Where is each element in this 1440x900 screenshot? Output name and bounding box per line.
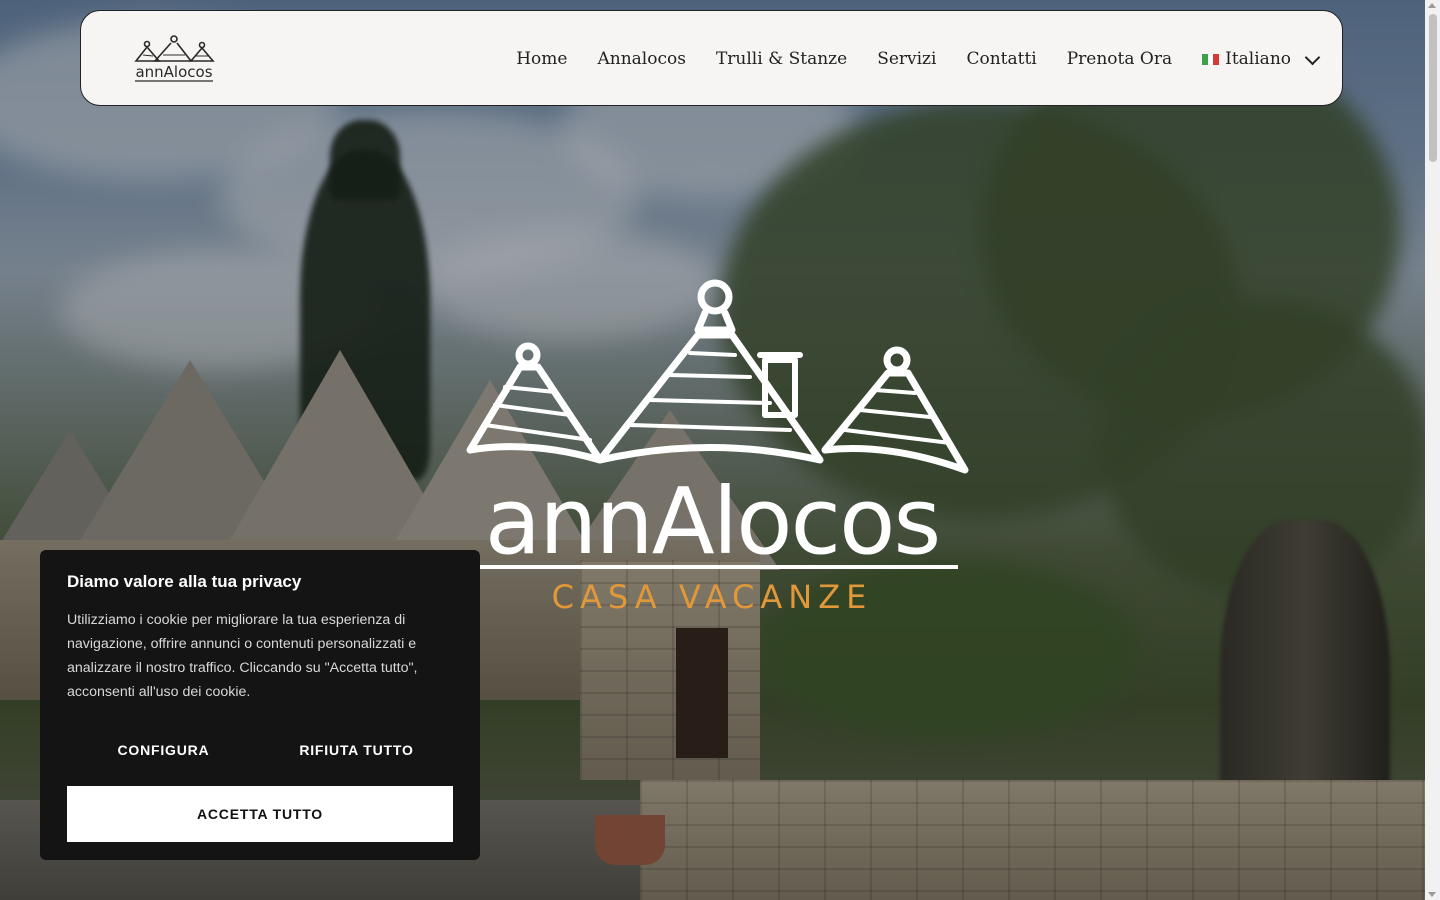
italian-flag-icon <box>1202 53 1220 65</box>
nav-trulli-stanze[interactable]: Trulli & Stanze <box>701 49 862 69</box>
chevron-down-icon <box>1304 49 1321 65</box>
nav-contatti[interactable]: Contatti <box>951 49 1051 69</box>
cookie-text: Utilizziamo i cookie per migliorare la t… <box>67 612 418 700</box>
reject-all-button[interactable]: RIFIUTA TUTTO <box>260 734 453 766</box>
svg-text:annAlocos: annAlocos <box>135 63 212 81</box>
nav-annalocos[interactable]: Annalocos <box>582 49 700 69</box>
language-selector[interactable]: Italiano <box>1187 49 1321 69</box>
page-scrollbar[interactable] <box>1425 0 1440 900</box>
site-header: annAlocos Home Annalocos Trulli & Stanze… <box>80 10 1343 106</box>
hero-tagline: CASA VACANZE <box>552 578 873 616</box>
scroll-thumb[interactable] <box>1429 14 1437 162</box>
nav-prenota-ora[interactable]: Prenota Ora <box>1052 49 1187 69</box>
hero-brand-text: annAlocos <box>485 468 940 575</box>
scroll-up-icon[interactable] <box>1428 3 1436 8</box>
hero-logo: annAlocos CASA VACANZE <box>466 279 969 616</box>
nav-home[interactable]: Home <box>501 49 582 69</box>
cookie-title: Diamo valore alla tua privacy <box>67 572 302 591</box>
main-navigation: Home Annalocos Trulli & Stanze Servizi C… <box>501 11 1321 107</box>
scroll-down-icon[interactable] <box>1428 892 1436 897</box>
configure-button[interactable]: CONFIGURA <box>67 734 260 766</box>
accept-all-button[interactable]: ACCETTA TUTTO <box>67 786 453 842</box>
site-logo[interactable]: annAlocos <box>133 35 215 85</box>
cookie-consent-banner: Diamo valore alla tua privacy Utilizziam… <box>40 550 480 860</box>
nav-servizi[interactable]: Servizi <box>862 49 951 69</box>
language-label: Italiano <box>1225 49 1291 69</box>
